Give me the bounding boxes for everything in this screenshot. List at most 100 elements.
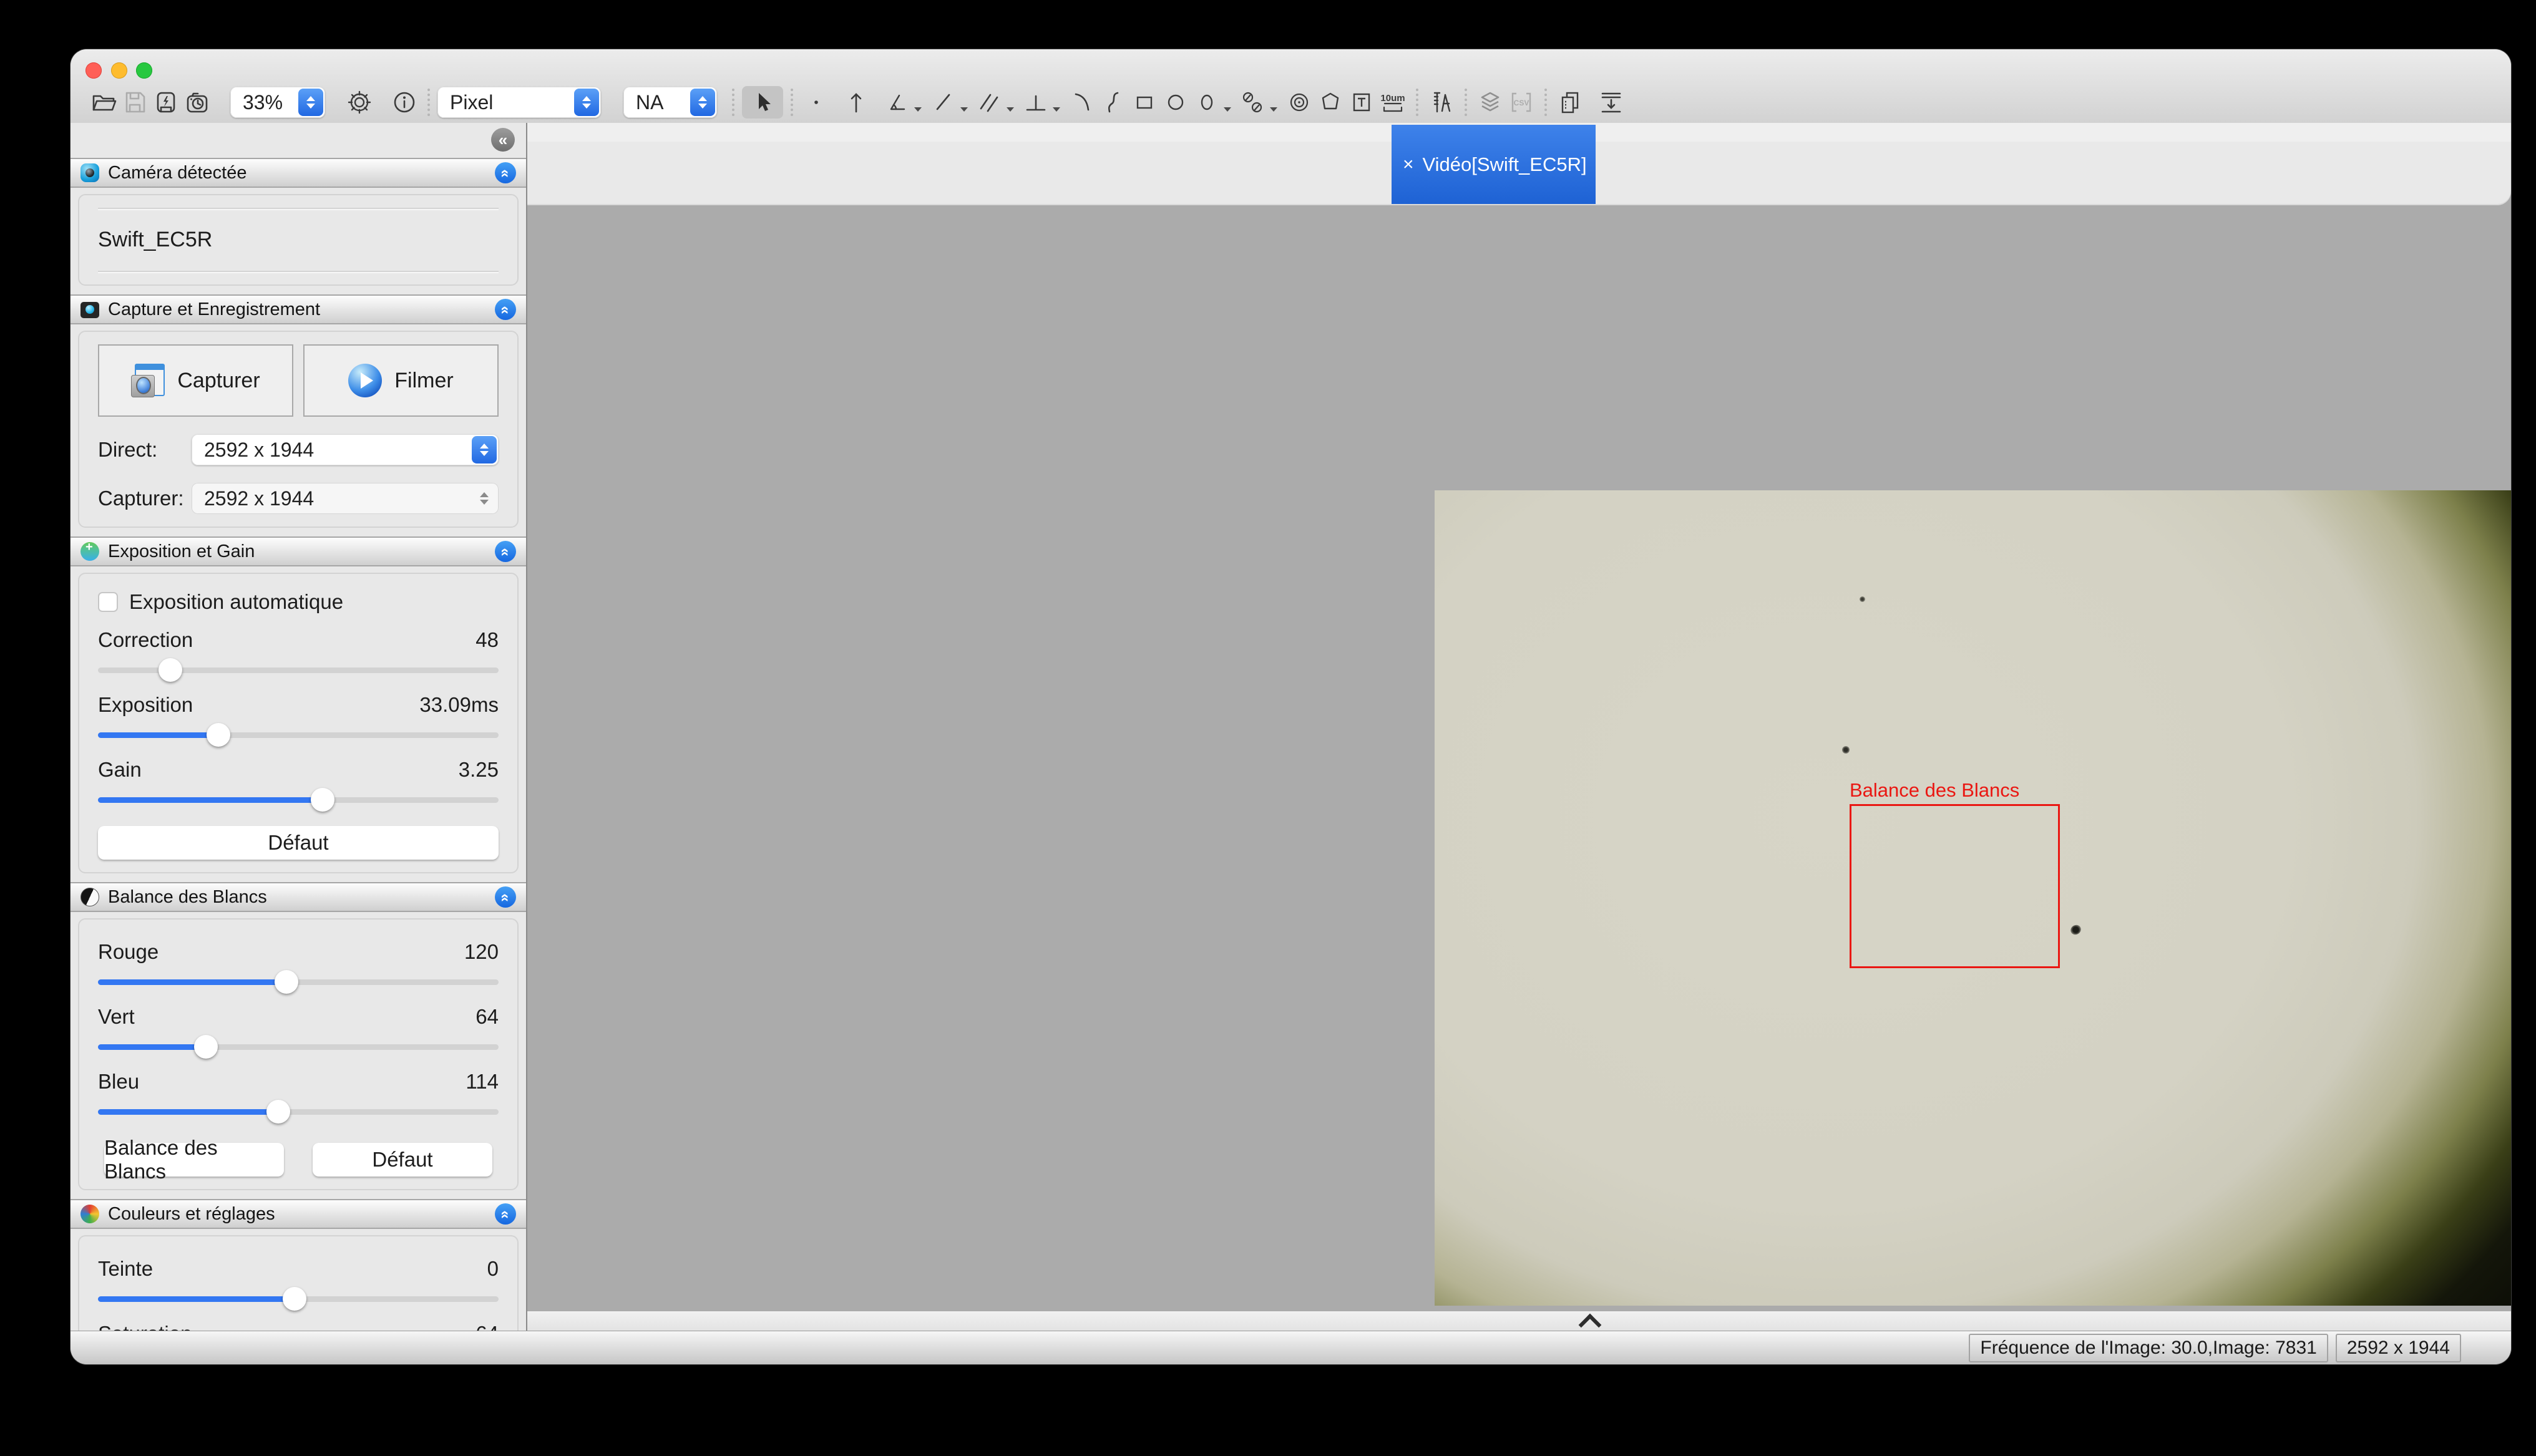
gain-slider[interactable]: [98, 785, 499, 815]
svg-text:CSV: CSV: [1514, 99, 1529, 107]
arrow-tool-icon[interactable]: [841, 86, 872, 119]
gain-slider-thumb[interactable]: [311, 788, 334, 812]
close-tab-icon[interactable]: ×: [1403, 155, 1414, 174]
concentric-circles-tool-icon[interactable]: [1284, 86, 1315, 119]
linked-circles-tool-icon[interactable]: [1237, 86, 1269, 119]
dust-speck: [2069, 923, 2082, 936]
rectangle-tool-icon[interactable]: [1129, 86, 1160, 119]
color-settings-icon: [80, 1205, 99, 1223]
bottom-panel-toggle[interactable]: [527, 1311, 2511, 1332]
magnification-select[interactable]: NA: [623, 87, 717, 118]
ellipse-tool-dropdown-icon[interactable]: [1224, 107, 1231, 112]
exposure-slider[interactable]: [98, 720, 499, 750]
curve-tool-icon[interactable]: [1098, 86, 1129, 119]
live-video-frame[interactable]: Balance des Blancs: [1435, 490, 2511, 1306]
parallel-lines-tool-icon[interactable]: [974, 86, 1005, 119]
angle-tool-icon[interactable]: [882, 86, 913, 119]
toolbar-separator: [1465, 89, 1467, 116]
save-icon[interactable]: [119, 86, 150, 119]
duplicate-icon[interactable]: [1554, 86, 1586, 119]
export-csv-icon[interactable]: CSV: [1506, 86, 1537, 119]
white-balance-default-button[interactable]: Défaut: [313, 1143, 492, 1177]
cursor-tool-icon[interactable]: [742, 86, 783, 119]
default-button-label: Défaut: [268, 831, 328, 855]
ellipse-tool-icon[interactable]: [1191, 86, 1222, 119]
control-sidebar: « Caméra détectée « Swift_EC5R Capture e…: [71, 123, 527, 1331]
chevron-up-icon: «: [497, 893, 514, 900]
snapshot-icon: [131, 364, 165, 397]
hue-slider[interactable]: [98, 1284, 499, 1314]
layers-icon[interactable]: [1475, 86, 1506, 119]
red-label: Rouge: [98, 940, 158, 964]
parallel-tool-dropdown-icon[interactable]: [1007, 107, 1014, 112]
scale-bar-tool-icon[interactable]: 10um: [1377, 86, 1408, 119]
text-tool-icon[interactable]: [1346, 86, 1377, 119]
chevron-left-icon: «: [499, 130, 507, 150]
unit-stepper-icon: [574, 89, 599, 116]
zoom-level-value: 33%: [230, 91, 298, 114]
info-icon[interactable]: [389, 86, 420, 119]
hue-label: Teinte: [98, 1257, 153, 1281]
minimize-window-button[interactable]: [111, 62, 127, 79]
collapse-panel-button[interactable]: «: [495, 541, 516, 562]
capture-photo-button[interactable]: Capturer: [98, 344, 293, 417]
save-burst-icon[interactable]: [150, 86, 182, 119]
red-slider-thumb[interactable]: [275, 970, 298, 994]
line-tool-dropdown-icon[interactable]: [960, 107, 968, 112]
circle-tool-icon[interactable]: [1160, 86, 1191, 119]
panel-header-capture[interactable]: Capture et Enregistrement «: [71, 294, 526, 324]
capture-panel-body: Capturer Filmer Direct: 2592 x 1944 Cap: [78, 331, 519, 528]
collapse-panel-button[interactable]: «: [495, 299, 516, 320]
calibrate-tool-icon[interactable]: [1426, 86, 1457, 119]
record-video-button[interactable]: Filmer: [303, 344, 499, 417]
collapse-sidebar-button[interactable]: «: [491, 128, 515, 152]
correction-slider[interactable]: [98, 655, 499, 685]
settings-gear-icon[interactable]: [344, 86, 375, 119]
green-slider[interactable]: [98, 1032, 499, 1062]
collapse-panel-button[interactable]: «: [495, 1203, 516, 1225]
export-image-icon[interactable]: [1596, 86, 1627, 119]
panel-header-white-balance[interactable]: Balance des Blancs «: [71, 882, 526, 912]
live-resolution-select[interactable]: 2592 x 1944: [192, 434, 499, 465]
window-chrome: 33% Pixel NA: [71, 49, 2511, 124]
arc-tool-icon[interactable]: [1066, 86, 1098, 119]
exposure-value: 33.09ms: [419, 693, 499, 717]
tab-label: Vidéo[Swift_EC5R]: [1423, 153, 1587, 176]
perpendicular-tool-icon[interactable]: [1020, 86, 1051, 119]
capture-resolution-select[interactable]: 2592 x 1944: [192, 483, 499, 514]
timed-capture-icon[interactable]: [182, 86, 213, 119]
perpendicular-tool-dropdown-icon[interactable]: [1053, 107, 1060, 112]
main-toolbar: 33% Pixel NA: [88, 84, 1627, 120]
open-file-icon[interactable]: [88, 86, 119, 119]
panel-title: Couleurs et réglages: [108, 1204, 275, 1225]
capture-resolution-value: 2592 x 1944: [192, 487, 472, 510]
collapse-panel-button[interactable]: «: [495, 162, 516, 183]
close-window-button[interactable]: [85, 62, 102, 79]
polygon-tool-icon[interactable]: [1315, 86, 1346, 119]
white-balance-button[interactable]: Balance des Blancs: [104, 1143, 284, 1177]
blue-slider-thumb[interactable]: [266, 1100, 290, 1124]
blue-slider[interactable]: [98, 1097, 499, 1127]
angle-tool-dropdown-icon[interactable]: [914, 107, 922, 112]
hue-slider-thumb[interactable]: [283, 1287, 306, 1311]
panel-header-exposure[interactable]: Exposition et Gain «: [71, 536, 526, 566]
zoom-window-button[interactable]: [136, 62, 152, 79]
collapse-panel-button[interactable]: «: [495, 886, 516, 908]
point-tool-icon[interactable]: [801, 86, 832, 119]
panel-header-colors[interactable]: Couleurs et réglages «: [71, 1199, 526, 1229]
white-balance-roi[interactable]: [1850, 804, 2060, 968]
camera-name[interactable]: Swift_EC5R: [98, 228, 499, 252]
live-resolution-label: Direct:: [98, 438, 192, 462]
exposure-default-button[interactable]: Défaut: [98, 826, 499, 860]
unit-select[interactable]: Pixel: [437, 87, 601, 118]
auto-exposure-checkbox[interactable]: [98, 592, 118, 612]
tab-video[interactable]: × Vidéo[Swift_EC5R]: [1392, 125, 1596, 204]
exposure-slider-thumb[interactable]: [207, 723, 230, 747]
correction-slider-thumb[interactable]: [158, 658, 182, 682]
line-tool-icon[interactable]: [928, 86, 959, 119]
linked-circles-dropdown-icon[interactable]: [1270, 107, 1277, 112]
red-slider[interactable]: [98, 967, 499, 997]
zoom-level-select[interactable]: 33%: [230, 87, 325, 118]
green-slider-thumb[interactable]: [194, 1035, 218, 1059]
panel-header-camera[interactable]: Caméra détectée «: [71, 158, 526, 188]
